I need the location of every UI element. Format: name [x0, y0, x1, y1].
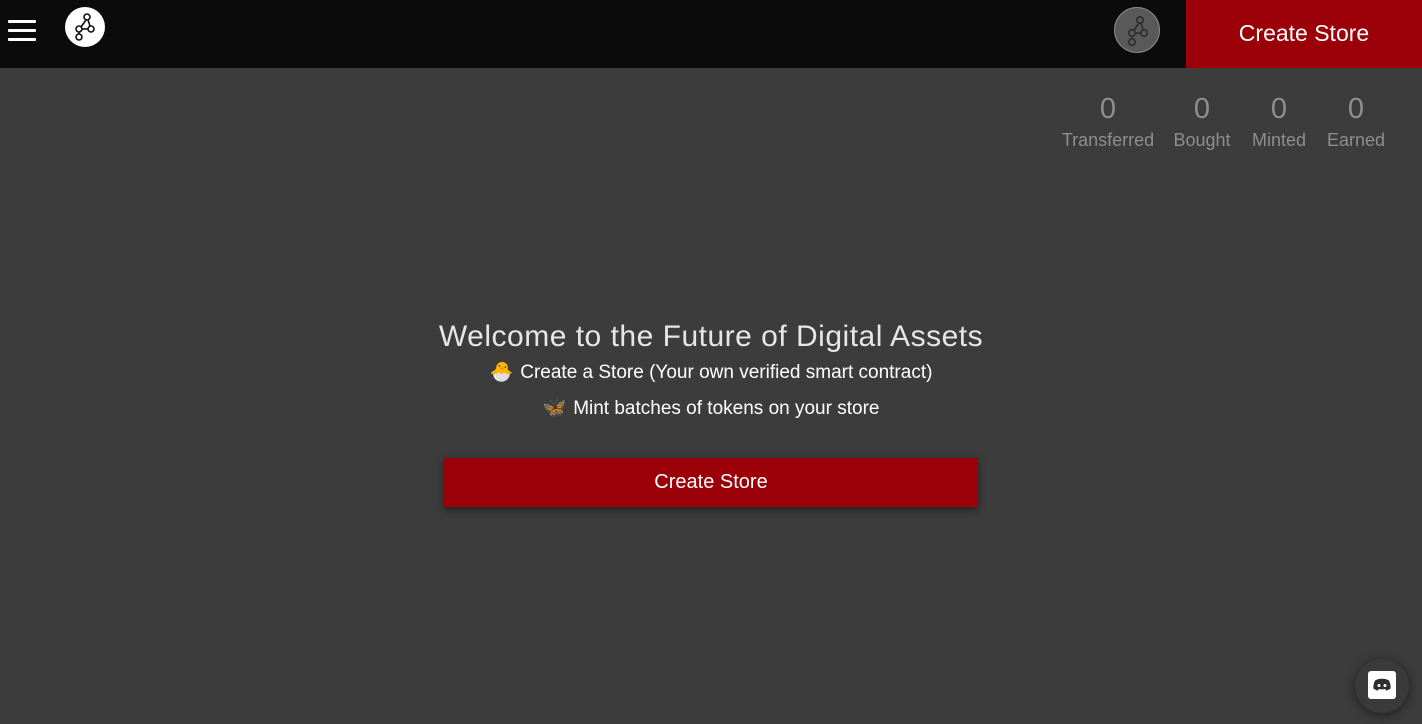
bullet-text: Create a Store (Your own verified smart …	[520, 362, 933, 383]
stat-value: 0	[1099, 93, 1117, 125]
discord-logo-glyph	[1373, 678, 1391, 691]
network-logo-icon[interactable]	[65, 7, 105, 47]
create-store-nav-button[interactable]: Create Store	[1186, 0, 1422, 68]
stat-value: 0	[1270, 93, 1288, 125]
stat-label: Earned	[1326, 130, 1386, 150]
butterfly-icon: 🦋	[542, 398, 567, 419]
network-avatar-icon[interactable]	[1114, 7, 1160, 53]
stat-label: Minted	[1251, 130, 1307, 150]
stat-earned: 0 Earned	[1324, 90, 1388, 152]
discord-chat-button[interactable]	[1355, 659, 1409, 713]
stat-bought: 0 Bought	[1170, 90, 1234, 152]
stat-label: Transferred	[1061, 130, 1155, 150]
stat-transferred: 0 Transferred	[1058, 90, 1158, 152]
stats-bar: 0 Transferred 0 Bought 0 Minted 0 Earned	[0, 90, 1422, 170]
bullet-text: Mint batches of tokens on your store	[573, 398, 880, 419]
hero-title: Welcome to the Future of Digital Assets	[438, 320, 984, 353]
stat-label: Bought	[1173, 130, 1231, 150]
create-store-button[interactable]: Create Store	[444, 458, 978, 507]
stat-value: 0	[1193, 93, 1211, 125]
hero-bullet-mint-tokens: 🦋 Mint batches of tokens on your store	[0, 396, 1422, 422]
hamburger-menu-icon[interactable]	[8, 20, 36, 42]
stat-minted: 0 Minted	[1247, 90, 1311, 152]
hero-bullet-create-store: 🐣 Create a Store (Your own verified smart…	[0, 360, 1422, 386]
stat-value: 0	[1347, 93, 1365, 125]
hatching-chick-icon: 🐣	[489, 362, 514, 383]
top-navbar: Create Store	[0, 0, 1422, 68]
